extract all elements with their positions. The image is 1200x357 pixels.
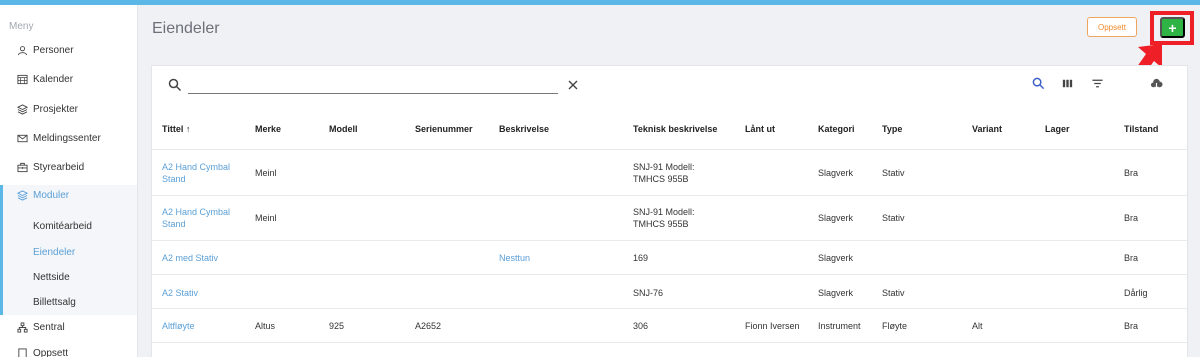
row-divider [152,195,1187,196]
cell-type: Stativ [882,213,905,223]
cell-beskrivelse[interactable]: Nesttun [499,252,530,264]
cloud-download-icon[interactable] [1149,76,1163,90]
cell-modell: 925 [329,321,345,331]
page-title: Eiendeler [152,20,220,37]
sidebar-item-label: Moduler [33,189,70,201]
cell-tittel[interactable]: A2 Stativ [162,287,198,299]
briefcase-icon [16,161,28,173]
cell-tilstand: Bra [1124,168,1139,178]
sidebar-item-label: Sentral [33,321,65,333]
assets-card: Tittel ↑ Merke Modell Serienummer Beskri… [151,65,1188,357]
column-header-serienummer[interactable]: Serienummer [415,124,473,134]
sidebar-item-label: Personer [33,44,74,56]
cell-kategori: Instrument [818,321,861,331]
add-button[interactable]: + [1160,17,1185,38]
sidebar-item-label: Meldingssenter [33,132,101,144]
cell-teknisk: SNJ-91 Modell: TMHCS 955B [633,207,695,229]
row-divider [152,342,1187,343]
search-icon [168,78,182,92]
cell-tittel[interactable]: A2 med Stativ [162,252,218,264]
cell-serienummer: A2652 [415,321,442,331]
sidebar-item-label: Prosjekter [33,103,79,115]
column-header-lager[interactable]: Lager [1045,124,1070,134]
cell-tilstand: Bra [1124,213,1139,223]
cell-type: Fløyte [882,321,908,331]
sidebar-subitem-eiendeler[interactable]: Eiendeler [33,247,75,258]
row-divider [152,308,1187,309]
sort-ascending-icon: ↑ [185,124,191,134]
sidebar-subitem-komitearbeid[interactable]: Komitéarbeid [33,221,92,232]
row-divider [152,274,1187,275]
cell-tittel[interactable]: Altfløyte [162,320,195,332]
sidebar-item-oppsett[interactable]: Oppsett [0,341,137,357]
sidebar-subitem-nettside[interactable]: Nettside [33,272,70,283]
sidebar-item-sentral[interactable]: Sentral [0,315,137,339]
cell-teknisk: 306 [633,321,649,331]
calendar-icon [16,73,28,85]
users-icon [16,44,28,56]
sidebar-item-moduler[interactable]: Moduler [0,183,137,207]
column-header-variant[interactable]: Variant [972,124,1002,134]
oppsett-button[interactable]: Oppsett [1087,17,1137,37]
column-header-tittel[interactable]: Tittel ↑ [162,124,190,134]
sidebar-item-label: Styrearbeid [33,161,85,173]
sidebar-item-kalender[interactable]: Kalender [0,67,137,91]
header-divider [152,149,1187,150]
column-header-teknisk-beskrivelse[interactable]: Teknisk beskrivelse [633,124,717,134]
sidebar-item-prosjekter[interactable]: Prosjekter [0,97,137,121]
search-icon[interactable] [1031,76,1045,90]
document-icon [16,347,28,357]
layers-icon [16,189,28,201]
menu-title: Meny [9,21,34,32]
cell-teknisk: SNJ-91 Modell: TMHCS 955B [633,162,695,184]
sidebar-item-label: Oppsett [33,347,69,357]
submenu-moduler: Moduler Komitéarbeid Eiendeler Nettside … [0,185,137,315]
cell-merke: Meinl [255,213,277,223]
cell-kategori: Slagverk [818,168,854,178]
layers-icon [16,103,28,115]
close-icon[interactable] [567,79,579,91]
sidebar-item-styrearbeid[interactable]: Styrearbeid [0,155,137,179]
mail-icon [16,132,28,144]
column-header-modell[interactable]: Modell [329,124,358,134]
column-header-merke[interactable]: Merke [255,124,281,134]
cell-kategori: Slagverk [818,288,854,298]
cell-variant: Alt [972,321,983,331]
cell-tilstand: Dårlig [1124,288,1148,298]
sidebar-item-label: Kalender [33,73,74,85]
column-header-kategori[interactable]: Kategori [818,124,855,134]
search-input[interactable] [188,76,558,94]
sidebar: Meny Personer Kalender Prosjekter Meldin… [0,5,138,357]
column-header-tilstand[interactable]: Tilstand [1124,124,1158,134]
filter-icon[interactable] [1090,76,1104,90]
cell-teknisk: 169 [633,253,649,263]
cell-tilstand: Bra [1124,321,1139,331]
cell-kategori: Slagverk [818,213,854,223]
cell-teknisk: SNJ-76 [633,288,664,298]
cell-merke: Meinl [255,168,277,178]
sitemap-icon [16,321,28,333]
cell-tittel[interactable]: A2 Hand Cymbal Stand [162,161,230,185]
cell-tittel[interactable]: A2 Hand Cymbal Stand [162,206,230,230]
sidebar-item-personer[interactable]: Personer [0,38,137,62]
sidebar-item-meldingssenter[interactable]: Meldingssenter [0,126,137,150]
cell-type: Stativ [882,288,905,298]
cell-tilstand: Bra [1124,253,1139,263]
column-header-lant-ut[interactable]: Lånt ut [745,124,775,134]
cell-type: Stativ [882,168,905,178]
top-accent-bar [0,0,1200,5]
row-divider [152,240,1187,241]
cell-kategori: Slagverk [818,253,854,263]
sidebar-subitem-billettsalg[interactable]: Billettsalg [33,297,76,308]
cell-merke: Altus [255,321,276,331]
columns-icon[interactable] [1060,76,1074,90]
column-header-beskrivelse[interactable]: Beskrivelse [499,124,549,134]
cell-lant-ut: Fionn Iversen [745,321,800,331]
column-header-type[interactable]: Type [882,124,902,134]
